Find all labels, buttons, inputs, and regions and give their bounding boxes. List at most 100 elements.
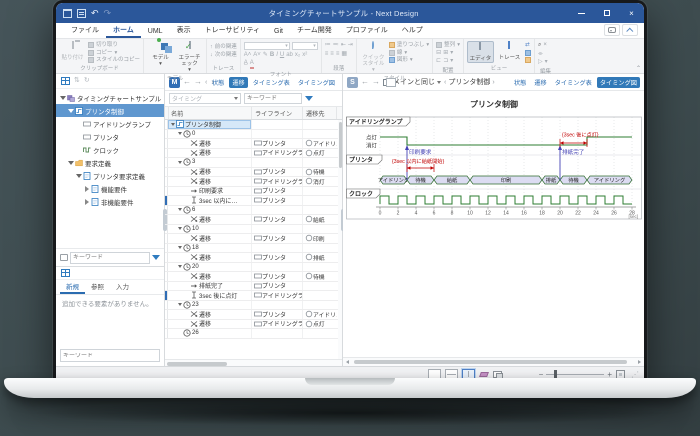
model-button[interactable]: モデル ▾ <box>147 38 174 67</box>
font-family-select[interactable]: ▾ <box>243 42 290 50</box>
zoom-slider-thumb[interactable] <box>554 370 558 378</box>
quick-style-button[interactable]: クイックスタイル ▾ <box>360 41 387 73</box>
column-header-2[interactable]: 遷移先 <box>303 107 337 119</box>
breadcrumb-next-icon[interactable]: › <box>492 79 494 86</box>
expander-open-icon[interactable] <box>67 108 74 113</box>
arrange-buttons[interactable]: ⊟ ⊞ ▾ <box>436 50 460 57</box>
redo-icon[interactable]: ↷ <box>104 8 112 18</box>
tab-状態[interactable]: 状態 <box>209 77 227 88</box>
table-horizontal-scrollbar[interactable] <box>165 359 342 366</box>
menu-tab-3[interactable]: 表示 <box>170 23 198 38</box>
tree-item-6[interactable]: プリンタ要求定義 <box>56 169 164 182</box>
zoom-slider[interactable] <box>546 370 605 378</box>
tree-item-1[interactable]: プリンタ制御 <box>56 104 164 117</box>
title-bar[interactable]: ↶ ↷ タイミングチャートサンプル - Next Design × <box>56 3 644 23</box>
scroll-left-icon[interactable] <box>343 360 352 364</box>
diagram-horizontal-scrollbar[interactable] <box>343 357 644 366</box>
add-panel-search-input[interactable] <box>61 352 159 359</box>
menu-tab-1[interactable]: ホーム <box>106 23 141 38</box>
replace-button[interactable]: ⌯ <box>538 51 548 58</box>
refresh-button[interactable]: ⇄ <box>525 42 531 48</box>
table-row[interactable]: 3sec 以内に… プリンタ <box>165 196 342 206</box>
next-relation-button[interactable]: ↓ 次の関連 <box>210 52 237 58</box>
table-row[interactable]: 3sec 後に点灯 アイドリングランプ <box>165 291 342 301</box>
table-row[interactable]: 0 <box>165 129 342 139</box>
add-panel-tab-2[interactable]: 入力 <box>110 279 135 294</box>
table-row[interactable]: 遷移 アイドリングランプ 消灯 <box>165 177 342 187</box>
menu-tab-0[interactable]: ファイル <box>64 23 106 38</box>
tab-遷移[interactable]: 遷移 <box>531 77 549 88</box>
filter-icon[interactable] <box>152 255 160 260</box>
expander-open-icon[interactable] <box>67 160 74 165</box>
table-row[interactable]: 遷移 アイドリングランプ 点灯 <box>165 148 342 158</box>
collapse-ribbon-button[interactable] <box>622 24 638 36</box>
editor-view-button[interactable]: エディタ <box>466 41 494 63</box>
maximize-button[interactable] <box>594 3 619 23</box>
add-panel-tab-0[interactable]: 新規 <box>60 279 85 294</box>
menu-tab-8[interactable]: ヘルプ <box>395 23 430 38</box>
table-search-input[interactable] <box>244 93 302 104</box>
trace-view-button[interactable]: トレース <box>496 41 523 61</box>
menu-tab-5[interactable]: Git <box>267 26 290 38</box>
tree-search-input[interactable] <box>70 251 150 264</box>
tab-タイミング表[interactable]: タイミング表 <box>552 77 595 88</box>
table-row[interactable]: 18 <box>165 243 342 253</box>
order-buttons[interactable]: ⊏ ⊐ ▾ <box>436 58 460 65</box>
breadcrumb[interactable]: ‹ プリンタ制御 › <box>444 77 495 87</box>
quick-access-doc-icon[interactable] <box>77 8 86 18</box>
menu-tab-7[interactable]: プロファイル <box>339 23 395 38</box>
menu-tab-4[interactable]: トレーサビリティ <box>198 23 267 38</box>
expander-closed-icon[interactable] <box>83 185 90 192</box>
expander-open-icon[interactable] <box>59 95 66 100</box>
prev-relation-button[interactable]: ↑ 前の関連 <box>210 44 237 50</box>
table-row[interactable]: 排紙完了 プリンタ <box>165 281 342 291</box>
add-panel-tab-1[interactable]: 参照 <box>85 279 110 294</box>
model-grid-icon[interactable] <box>61 77 70 85</box>
expander-closed-icon[interactable] <box>83 198 90 205</box>
close-button[interactable]: × <box>619 3 644 23</box>
table-row[interactable]: 遷移 プリンタ 待機 <box>165 167 342 177</box>
sync-selection-icon[interactable]: ⇅ <box>74 77 80 85</box>
tree-item-4[interactable]: クロック <box>56 143 164 156</box>
table-row[interactable]: 26 <box>165 329 342 339</box>
table-row[interactable]: プリンタ制御 <box>165 120 342 130</box>
tree-item-0[interactable]: タイミングチャートサンプル <box>56 91 164 104</box>
table-row[interactable]: 10 <box>165 224 342 234</box>
table-row[interactable]: 遷移 プリンタ アイドリング <box>165 139 342 149</box>
scroll-right-icon[interactable] <box>635 360 644 364</box>
paste-button[interactable]: 貼り付け <box>59 41 86 61</box>
tab-状態[interactable]: 状態 <box>511 77 529 88</box>
breadcrumb[interactable]: ‹ プリンタ制御 › <box>205 77 214 87</box>
font-color-buttons[interactable]: A̲ A <box>244 60 318 69</box>
feedback-button[interactable] <box>604 24 620 36</box>
save-icon[interactable] <box>63 8 72 18</box>
error-check-button[interactable]: エラーチェック▾ <box>176 41 203 73</box>
table-row[interactable]: 遷移 アイドリングランプ 点灯 <box>165 319 342 329</box>
minimize-button[interactable] <box>569 3 594 23</box>
tree-item-2[interactable]: アイドリングランプ <box>56 117 164 130</box>
table-row[interactable]: 3 <box>165 158 342 168</box>
list-buttons[interactable]: ≔ ≕ ⇤ ⇥ <box>325 42 353 49</box>
table-row[interactable]: 遷移 プリンタ 排紙 <box>165 253 342 263</box>
align-buttons[interactable]: ≡ ≡ ≡ ▦ <box>325 51 353 58</box>
tab-タイミング図[interactable]: タイミング図 <box>596 76 640 88</box>
tree-item-3[interactable]: プリンタ <box>56 130 164 143</box>
fill-button[interactable]: 塗りつぶし ▾ <box>388 42 429 48</box>
menu-tab-6[interactable]: チーム開発 <box>290 23 339 38</box>
menu-tab-2[interactable]: UML <box>141 26 170 38</box>
table-row[interactable]: 6 <box>165 205 342 215</box>
column-header-0[interactable]: 名前 <box>168 107 252 119</box>
shape-button[interactable]: 図形 ▾ <box>388 57 429 63</box>
select-button[interactable]: ▷ ▾ <box>538 59 548 66</box>
type-filter-select[interactable]: タイミング <box>169 93 241 104</box>
table-row[interactable]: 遷移 プリンタ 給紙 <box>165 215 342 225</box>
table-row[interactable]: 印刷要求 プリンタ <box>165 186 342 196</box>
font-size-select[interactable]: ▾ <box>291 42 318 50</box>
add-panel-icon[interactable] <box>61 269 70 277</box>
line-button[interactable]: 線 ▾ <box>388 49 429 56</box>
tree-item-7[interactable]: 機能要件 <box>56 182 164 195</box>
table-row[interactable]: 遷移 プリンタ 印刷 <box>165 234 342 244</box>
align-button[interactable]: 整列 ▾ <box>436 42 460 48</box>
find-button[interactable]: ⌕ × <box>538 42 548 49</box>
table-row[interactable]: 20 <box>165 262 342 272</box>
